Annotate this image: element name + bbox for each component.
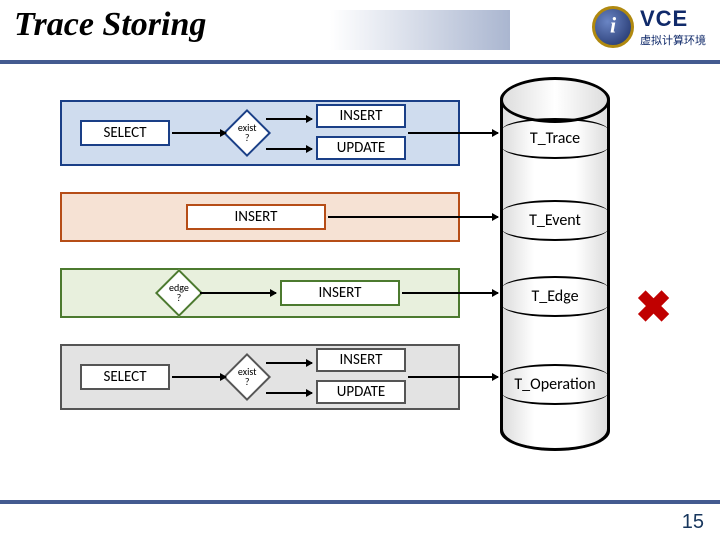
- op-insert-event: INSERT: [186, 204, 326, 230]
- table-edge: T_Edge: [502, 282, 608, 311]
- op-insert-edge: INSERT: [280, 280, 400, 306]
- op-select-operation: SELECT: [80, 364, 170, 390]
- arrow: [266, 118, 312, 120]
- table-operation: T_Operation: [502, 370, 608, 399]
- arrow: [172, 376, 226, 378]
- op-select-trace: SELECT: [80, 120, 170, 146]
- arrow: [266, 362, 312, 364]
- op-update-trace: UPDATE: [316, 136, 406, 160]
- arrow: [402, 292, 498, 294]
- logo-badge-icon: i: [592, 6, 634, 48]
- arrow: [172, 132, 226, 134]
- title-bar: Trace Storing i VCE 虚拟计算环境: [0, 0, 720, 64]
- arrow: [328, 216, 498, 218]
- arrow: [266, 392, 312, 394]
- logo-tagline: 虚拟计算环境: [640, 32, 706, 48]
- op-insert-trace: INSERT: [316, 104, 406, 128]
- table-trace: T_Trace: [502, 124, 608, 153]
- arrow: [200, 292, 276, 294]
- arrow: [266, 148, 312, 150]
- brand-logo: i VCE 虚拟计算环境: [592, 6, 706, 48]
- footer-divider: [0, 500, 720, 504]
- page-number: 15: [682, 511, 704, 534]
- logo-brand-text: VCE: [640, 6, 706, 32]
- arrow: [408, 376, 498, 378]
- op-update-operation: UPDATE: [316, 380, 406, 404]
- delete-mark-icon: ✖: [635, 282, 672, 333]
- diagram-stage: T_Trace T_Event T_Edge T_Operation SELEC…: [0, 64, 720, 504]
- op-insert-operation: INSERT: [316, 348, 406, 372]
- slide-title: Trace Storing: [14, 6, 206, 44]
- arrow: [408, 132, 498, 134]
- table-event: T_Event: [502, 206, 608, 235]
- header-accent: [330, 10, 510, 50]
